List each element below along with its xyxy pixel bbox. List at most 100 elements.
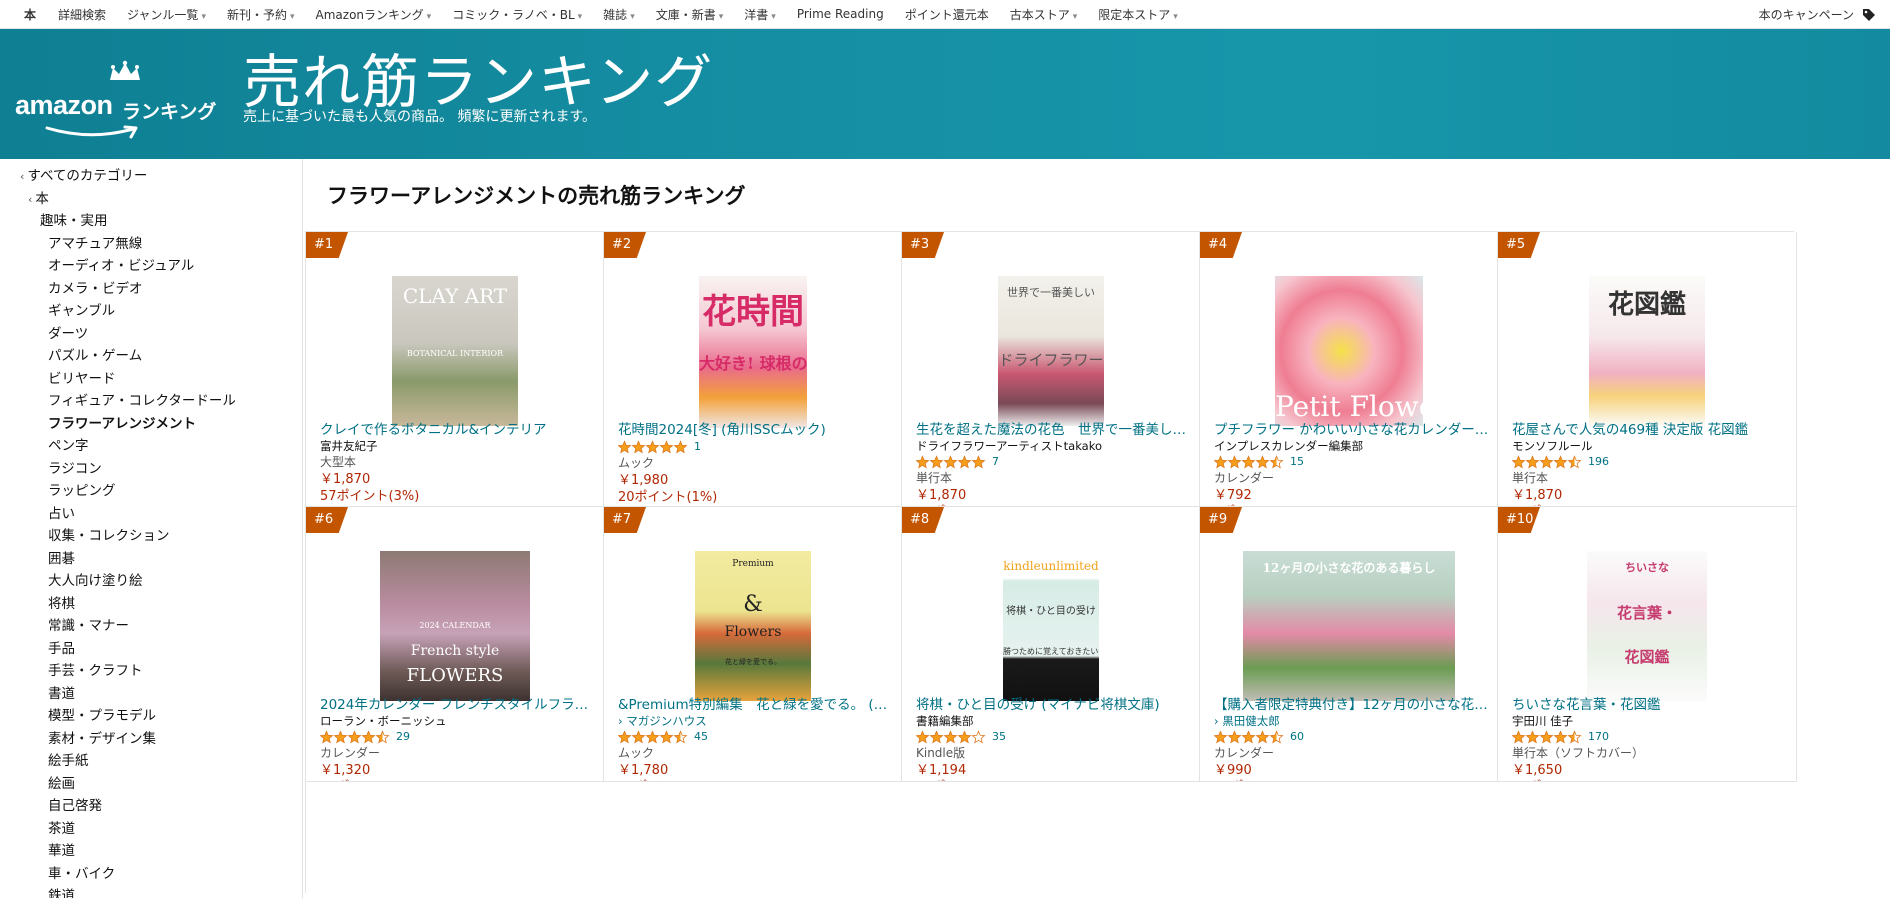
rating-row[interactable]: 35	[916, 729, 1191, 745]
product-price[interactable]: ￥990	[1214, 762, 1489, 779]
product-title-link[interactable]: ちいさな花言葉・花図鑑	[1512, 697, 1788, 714]
sidebar-item[interactable]: 模型・プラモデル	[0, 705, 302, 728]
product-cover-image[interactable]: CLAY ART BOTANICAL INTERIOR	[392, 276, 518, 426]
product-title-link[interactable]: 花時間2024[冬] (角川SSCムック)	[618, 422, 893, 439]
review-count[interactable]: 35	[992, 729, 1006, 745]
nav-item[interactable]: 新刊・予約 ▾	[227, 6, 295, 23]
product-title-link[interactable]: &Premium特別編集 花と緑を愛でる。 (マガジンハウスムック)	[618, 697, 893, 714]
product-card[interactable]: #7 Premium & Flowers 花と緑を愛でる。 &Premium特別編集 花と…	[604, 507, 902, 782]
product-title-link[interactable]: 将棋・ひと目の受け (マイナビ将棋文庫)	[916, 697, 1191, 714]
product-cover-image[interactable]: kindleunlimited 将棋・ひと目の受け勝つために覚えておきたい受けの手…	[1003, 551, 1099, 701]
sidebar-item[interactable]: 鉄道	[0, 885, 302, 898]
product-cover-image[interactable]: Petit Flower	[1275, 276, 1423, 426]
rating-row[interactable]: 196	[1512, 454, 1788, 470]
review-count[interactable]: 1	[694, 439, 701, 455]
product-price[interactable]: ￥1,870	[916, 487, 1191, 504]
sidebar-item[interactable]: フィギュア・コレクタードール	[0, 390, 302, 413]
review-count[interactable]: 196	[1588, 454, 1609, 470]
sidebar-item[interactable]: 素材・デザイン集	[0, 728, 302, 751]
product-price[interactable]: ￥1,320	[320, 762, 595, 779]
rating-row[interactable]: 170	[1512, 729, 1788, 745]
product-cover-image[interactable]: 世界で一番美しい ドライフラワー	[998, 276, 1104, 426]
sidebar-item[interactable]: 収集・コレクション	[0, 525, 302, 548]
product-card[interactable]: #3 世界で一番美しい ドライフラワー 生花を超えた魔法の花色 世界で一番美しい ドライ…	[902, 232, 1200, 507]
rating-row[interactable]: 15	[1214, 454, 1489, 470]
rating-row[interactable]: 60	[1214, 729, 1489, 745]
product-price[interactable]: ￥1,870	[1512, 487, 1788, 504]
rating-row[interactable]: 1	[618, 439, 893, 455]
nav-item[interactable]: ジャンル一覧 ▾	[127, 6, 206, 23]
product-price[interactable]: ￥1,780	[618, 762, 893, 779]
sidebar-item[interactable]: パズル・ゲーム	[0, 345, 302, 368]
sidebar-item[interactable]: ギャンブル	[0, 300, 302, 323]
product-price[interactable]: ￥792	[1214, 487, 1489, 504]
review-count[interactable]: 29	[396, 729, 410, 745]
nav-item[interactable]: 古本ストア ▾	[1010, 6, 1078, 23]
nav-item[interactable]: 本	[24, 6, 36, 23]
sidebar-item[interactable]: 常識・マナー	[0, 615, 302, 638]
product-cover-image[interactable]: 花図鑑	[1589, 276, 1705, 426]
sidebar-item[interactable]: カメラ・ビデオ	[0, 278, 302, 301]
product-price[interactable]: ￥1,870	[320, 471, 595, 488]
product-cover-image[interactable]: 花時間大好き! 球根の花	[699, 276, 807, 428]
product-card[interactable]: #9 12ヶ月の小さな花のある暮らし【購入者限定特典付き】12ヶ月の小さな花のある…	[1200, 507, 1498, 782]
nav-item[interactable]: Prime Reading	[797, 7, 884, 21]
product-title-link[interactable]: 2024年カレンダー フレンチスタイルフラワーズ	[320, 697, 595, 714]
sidebar-item[interactable]: 将棋	[0, 593, 302, 616]
rating-row[interactable]: 7	[916, 454, 1191, 470]
rating-row[interactable]: 29	[320, 729, 595, 745]
nav-item[interactable]: コミック・ラノベ・BL ▾	[452, 6, 582, 23]
product-cover-image[interactable]: 2024 CALENDAR French style FLOWERS	[380, 551, 530, 701]
sidebar-item[interactable]: ラッピング	[0, 480, 302, 503]
campaign-link[interactable]: 本のキャンペーン	[1759, 0, 1876, 29]
nav-item[interactable]: 雑誌 ▾	[603, 6, 635, 23]
sidebar-item[interactable]: アマチュア無線	[0, 233, 302, 256]
sidebar-item[interactable]: 手品	[0, 638, 302, 661]
sidebar-item[interactable]: 囲碁	[0, 548, 302, 571]
nav-item[interactable]: 限定本ストア ▾	[1098, 6, 1178, 23]
product-title-link[interactable]: 【購入者限定特典付き】12ヶ月の小さな花のある暮らし	[1214, 697, 1489, 714]
sidebar-item[interactable]: 手芸・クラフト	[0, 660, 302, 683]
sidebar-item[interactable]: 書道	[0, 683, 302, 706]
sidebar-item[interactable]: ラジコン	[0, 458, 302, 481]
product-card[interactable]: #5 花図鑑 花屋さんで人気の469種 決定版 花図鑑 モンソフルール 196 単行本 ￥1…	[1498, 232, 1797, 507]
nav-item[interactable]: ポイント還元本	[905, 6, 989, 23]
review-count[interactable]: 15	[1290, 454, 1304, 470]
product-cover-image[interactable]: ちいさな 花言葉・ 花図鑑	[1587, 551, 1707, 701]
product-card[interactable]: #1 CLAY ART BOTANICAL INTERIOR クレイで作るボタニカル&…	[306, 232, 604, 507]
nav-item[interactable]: 洋書 ▾	[744, 6, 776, 23]
sidebar-item[interactable]: 茶道	[0, 818, 302, 841]
product-card[interactable]: #8 kindleunlimited 将棋・ひと目の受け勝つために覚えておきたい受け…	[902, 507, 1200, 782]
nav-item[interactable]: 詳細検索	[58, 6, 106, 23]
product-title-link[interactable]: プチフラワー かわいい小さな花カレンダー 2024	[1214, 422, 1489, 439]
product-card[interactable]: #10 ちいさな 花言葉・ 花図鑑 ちいさな花言葉・花図鑑 宇田川 佳子 170 単行本（ソフ…	[1498, 507, 1797, 782]
sidebar-parent-books[interactable]: ‹ 本	[0, 188, 302, 211]
sidebar-item[interactable]: ダーツ	[0, 323, 302, 346]
sidebar-item[interactable]: 華道	[0, 840, 302, 863]
product-card[interactable]: #2 花時間大好き! 球根の花花時間2024[冬] (角川SSCムック)1 ムック ￥…	[604, 232, 902, 507]
product-card[interactable]: #4 Petit Flowerプチフラワー かわいい小さな花カレンダー 2024イ…	[1200, 232, 1498, 507]
sidebar-item[interactable]: 絵画	[0, 773, 302, 796]
review-count[interactable]: 60	[1290, 729, 1304, 745]
product-author[interactable]: › マガジンハウス	[618, 714, 893, 729]
product-author[interactable]: › 黒田健太郎	[1214, 714, 1489, 729]
product-price[interactable]: ￥1,194	[916, 762, 1191, 779]
product-price[interactable]: ￥1,650	[1512, 762, 1788, 779]
sidebar-item[interactable]: オーディオ・ビジュアル	[0, 255, 302, 278]
sidebar-item[interactable]: ビリヤード	[0, 368, 302, 391]
product-title-link[interactable]: 花屋さんで人気の469種 決定版 花図鑑	[1512, 422, 1788, 439]
sidebar-category-hobby[interactable]: 趣味・実用	[0, 210, 302, 233]
sidebar-item[interactable]: 占い	[0, 503, 302, 526]
product-cover-image[interactable]: 12ヶ月の小さな花のある暮らし	[1243, 551, 1455, 701]
sidebar-item[interactable]: ペン字	[0, 435, 302, 458]
product-title-link[interactable]: クレイで作るボタニカル&インテリア	[320, 422, 595, 439]
product-card[interactable]: #6 2024 CALENDAR French style FLOWERS 2024年カ…	[306, 507, 604, 782]
amazon-ranking-logo[interactable]: amazon ランキング	[15, 55, 230, 139]
review-count[interactable]: 45	[694, 729, 708, 745]
product-cover-image[interactable]: Premium & Flowers 花と緑を愛でる。	[695, 551, 811, 701]
sidebar-item[interactable]: 絵手紙	[0, 750, 302, 773]
sidebar-item[interactable]: 車・バイク	[0, 863, 302, 886]
sidebar-item[interactable]: 自己啓発	[0, 795, 302, 818]
product-title-link[interactable]: 生花を超えた魔法の花色 世界で一番美しいドライフラワー	[916, 422, 1191, 439]
nav-item[interactable]: 文庫・新書 ▾	[656, 6, 724, 23]
